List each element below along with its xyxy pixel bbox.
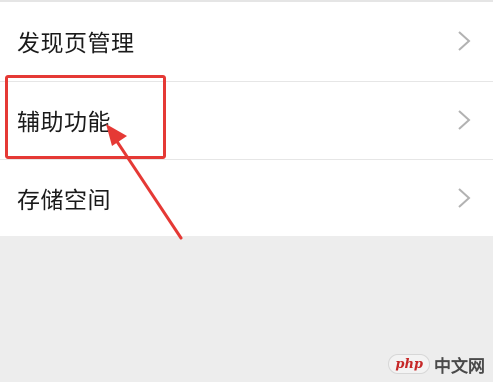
chevron-right-icon <box>458 188 471 208</box>
settings-item-storage[interactable]: 存储空间 <box>0 159 493 237</box>
annotation-highlight-box <box>5 75 166 159</box>
settings-item-label: 发现页管理 <box>17 31 135 57</box>
watermark-text: 中文网 <box>434 356 485 377</box>
settings-item-label: 存储空间 <box>17 188 111 214</box>
php-logo: php <box>388 354 430 374</box>
watermark: php 中文网 <box>388 354 485 377</box>
chevron-right-icon <box>458 110 471 130</box>
settings-item-discover-management[interactable]: 发现页管理 <box>0 2 493 80</box>
chevron-right-icon <box>458 31 471 51</box>
